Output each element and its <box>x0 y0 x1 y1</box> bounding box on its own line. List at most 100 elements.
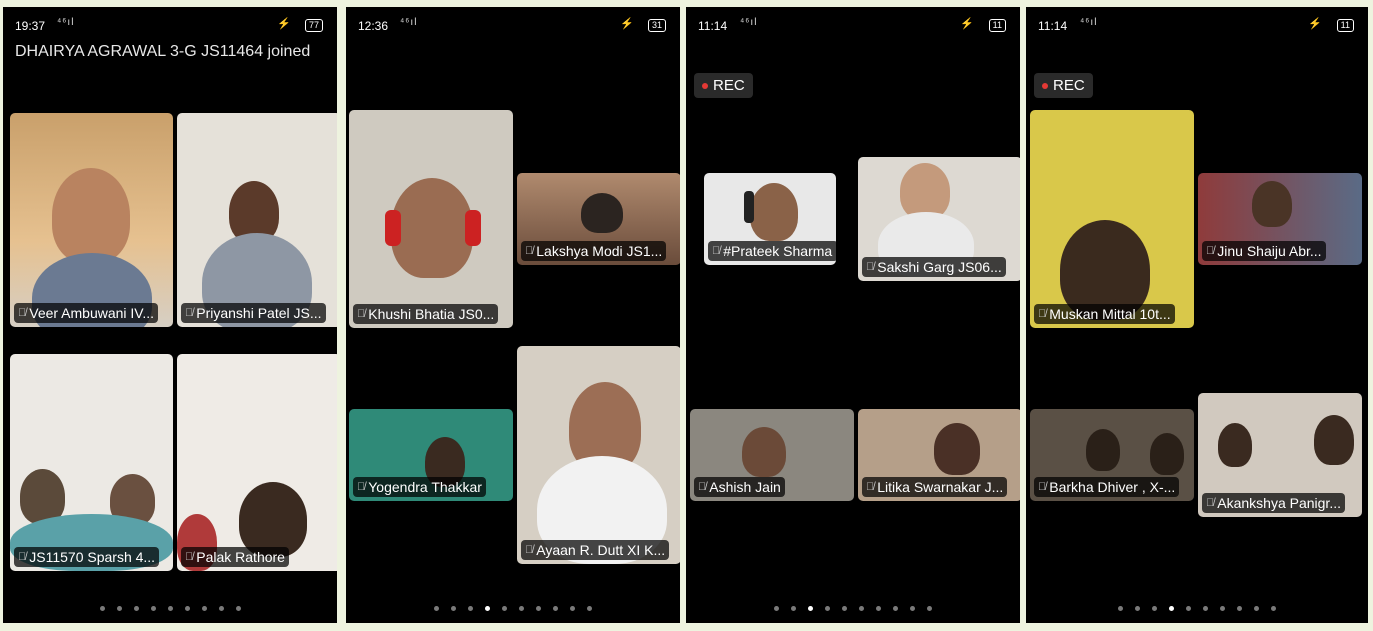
page-dot[interactable] <box>116 606 122 611</box>
page-dot[interactable] <box>927 606 932 611</box>
status-bar: 11:14 ⁴⁶ıl ⚡ 11 <box>1026 7 1368 45</box>
network-icon: ⚡ <box>960 18 974 30</box>
video-tile[interactable]: 🎙̸ Veer Ambuwani IV... <box>10 113 173 327</box>
participant-label: 🎙̸ Yogendra Thakkar <box>353 477 486 497</box>
signal-icon: ⁴⁶ıl <box>1080 17 1098 28</box>
page-dot[interactable] <box>99 606 105 611</box>
page-dot[interactable] <box>1237 606 1242 611</box>
page-dot[interactable] <box>1118 606 1123 611</box>
page-dot[interactable] <box>519 606 524 611</box>
page-dot[interactable] <box>774 606 779 611</box>
mic-muted-icon: 🎙̸ <box>18 307 27 319</box>
participant-label: 🎙̸ Palak Rathore <box>181 547 289 567</box>
page-dot[interactable] <box>184 606 190 611</box>
page-dot[interactable] <box>502 606 507 611</box>
page-dot[interactable] <box>451 606 456 611</box>
network-icon: ⚡ <box>620 18 634 30</box>
panel-1: 19:37 ⁴⁶ıl ⚡ 77 DHAIRYA AGRAWAL 3-G JS11… <box>3 7 337 623</box>
battery-icon: 77 <box>304 19 323 32</box>
video-tile[interactable]: 🎙̸ JS11570 Sparsh 4... <box>10 354 173 571</box>
recording-badge: REC <box>694 73 753 98</box>
status-bar: 11:14 ⁴⁶ıl ⚡ 11 <box>686 7 1020 45</box>
panel-2: 12:36 ⁴⁶ıl ⚡ 31 🎙̸ Khushi Bhatia JS0... 🎙… <box>346 7 680 623</box>
page-dot[interactable] <box>842 606 847 611</box>
page-indicator[interactable] <box>686 606 1020 611</box>
page-indicator[interactable] <box>1026 606 1368 611</box>
mic-muted-icon: 🎙̸ <box>698 481 707 493</box>
page-dot[interactable] <box>167 606 173 611</box>
recording-badge: REC <box>1034 73 1093 98</box>
page-dot[interactable] <box>150 606 156 611</box>
participant-label: 🎙̸ Priyanshi Patel JS... <box>181 303 326 323</box>
page-dot[interactable] <box>1203 606 1208 611</box>
participant-label: 🎙̸ Veer Ambuwani IV... <box>14 303 159 323</box>
participant-label: 🎙̸ Muskan Mittal 10t... <box>1034 304 1175 324</box>
recording-dot-icon <box>1042 82 1048 89</box>
page-dot[interactable] <box>468 606 473 611</box>
video-tile[interactable]: 🎙̸ Khushi Bhatia JS0... <box>349 110 513 328</box>
mic-muted-icon: 🎙̸ <box>1206 245 1215 257</box>
join-notice: DHAIRYA AGRAWAL 3-G JS11464 joined <box>15 43 311 60</box>
page-dot[interactable] <box>1271 606 1276 611</box>
battery-icon: 31 <box>647 19 666 32</box>
video-tile[interactable]: 🎙̸ Litika Swarnakar J... <box>858 409 1020 501</box>
page-dot[interactable] <box>1186 606 1191 611</box>
page-dot[interactable] <box>536 606 541 611</box>
page-dot[interactable] <box>235 606 241 611</box>
panel-4: 11:14 ⁴⁶ıl ⚡ 11 REC 🎙̸ Muskan Mittal 10t.… <box>1026 7 1368 623</box>
network-icon: ⚡ <box>277 18 291 30</box>
page-dot[interactable] <box>553 606 558 611</box>
video-tile[interactable]: 🎙̸ Priyanshi Patel JS... <box>177 113 337 327</box>
page-dot[interactable] <box>1152 606 1157 611</box>
mic-muted-icon: 🎙̸ <box>1206 497 1215 509</box>
video-tile[interactable]: 🎙̸ Ayaan R. Dutt XI K... <box>517 346 680 564</box>
page-dot[interactable] <box>910 606 915 611</box>
participant-label: 🎙̸ JS11570 Sparsh 4... <box>14 547 160 567</box>
participant-label: 🎙̸ Sakshi Garg JS06... <box>862 257 1006 277</box>
page-dot[interactable] <box>570 606 575 611</box>
page-dot[interactable] <box>1220 606 1225 611</box>
mic-muted-icon: 🎙̸ <box>18 551 27 563</box>
video-tile[interactable]: 🎙̸ Muskan Mittal 10t... <box>1030 110 1194 328</box>
page-indicator[interactable] <box>3 606 337 611</box>
battery-icon: 11 <box>988 19 1006 32</box>
page-dot-active[interactable] <box>808 606 813 611</box>
video-tile[interactable]: 🎙̸ Akankshya Panigr... <box>1198 393 1362 517</box>
mic-muted-icon: 🎙̸ <box>525 544 534 556</box>
video-tile[interactable]: 🎙̸ #Prateek Sharma ... <box>704 173 836 265</box>
page-dot[interactable] <box>859 606 864 611</box>
page-dot[interactable] <box>434 606 439 611</box>
video-tile[interactable]: 🎙̸ Jinu Shaiju Abr... <box>1198 173 1362 265</box>
mic-muted-icon: 🎙̸ <box>525 245 534 257</box>
page-dot[interactable] <box>133 606 139 611</box>
page-dot-active[interactable] <box>1169 606 1174 611</box>
video-tile[interactable]: 🎙̸ Barkha Dhiver , X-... <box>1030 409 1194 501</box>
mic-muted-icon: 🎙̸ <box>866 261 875 273</box>
signal-icon: ⁴⁶ıl <box>400 17 418 28</box>
page-dot[interactable] <box>1135 606 1140 611</box>
mic-muted-icon: 🎙̸ <box>357 481 366 493</box>
page-dot[interactable] <box>201 606 207 611</box>
page-dot[interactable] <box>218 606 224 611</box>
page-dot[interactable] <box>791 606 796 611</box>
mic-muted-icon: 🎙̸ <box>866 481 875 493</box>
page-dot[interactable] <box>1254 606 1259 611</box>
video-tile[interactable]: 🎙̸ Yogendra Thakkar <box>349 409 513 501</box>
recording-dot-icon <box>702 82 708 89</box>
page-dot[interactable] <box>893 606 898 611</box>
status-bar: 12:36 ⁴⁶ıl ⚡ 31 <box>346 7 680 45</box>
video-tile[interactable]: 🎙̸ Sakshi Garg JS06... <box>858 157 1020 281</box>
participant-label: 🎙̸ Litika Swarnakar J... <box>862 477 1008 497</box>
video-tile[interactable]: 🎙̸ Ashish Jain <box>690 409 854 501</box>
video-tile[interactable]: 🎙̸ Palak Rathore <box>177 354 337 571</box>
page-dot-active[interactable] <box>485 606 490 611</box>
page-dot[interactable] <box>587 606 592 611</box>
video-tile[interactable]: 🎙̸ Lakshya Modi JS1... <box>517 173 680 265</box>
status-bar: 19:37 ⁴⁶ıl ⚡ 77 <box>3 7 337 45</box>
page-indicator[interactable] <box>346 606 680 611</box>
page-dot[interactable] <box>876 606 881 611</box>
participant-label: 🎙̸ Ashish Jain <box>694 477 785 497</box>
page-dot[interactable] <box>825 606 830 611</box>
status-time: 19:37 <box>15 19 46 33</box>
network-icon: ⚡ <box>1308 18 1322 30</box>
